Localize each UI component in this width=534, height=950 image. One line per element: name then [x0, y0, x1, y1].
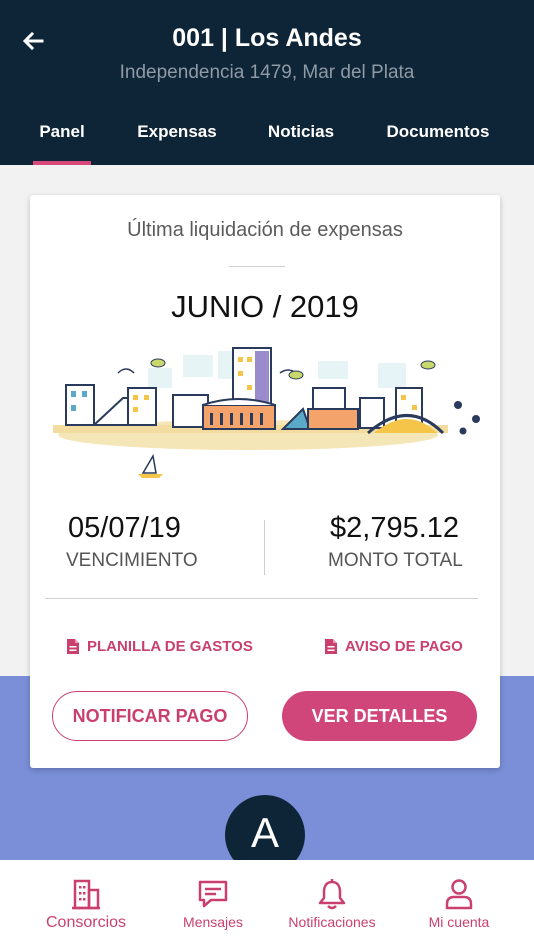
city-illustration	[53, 347, 480, 478]
nav-consorcios-label: Consorcios	[45, 914, 127, 931]
tab-noticias[interactable]: Noticias	[255, 122, 347, 142]
building-title: 001 | Los Andes	[172, 24, 362, 52]
app-header: 001 | Los Andes Independencia 1479, Mar …	[0, 0, 534, 165]
nav-notificaciones-label: Notificaciones	[288, 914, 376, 930]
view-details-button[interactable]: VER DETALLES	[282, 691, 477, 741]
expenses-summary-card: Última liquidación de expensas JUNIO / 2…	[30, 195, 500, 768]
due-date-label: VENCIMIENTO	[66, 550, 198, 571]
bottom-navigation: Consorcios Mensajes Notificaciones Mi cu…	[0, 860, 534, 950]
building-address: Independencia 1479, Mar del Plata	[119, 62, 415, 83]
notify-payment-button[interactable]: NOTIFICAR PAGO	[52, 691, 248, 741]
user-icon	[445, 879, 473, 910]
total-amount-label: MONTO TOTAL	[328, 550, 463, 571]
nav-mensajes-label: Mensajes	[183, 914, 243, 930]
stats-divider	[264, 520, 265, 575]
links-divider	[45, 598, 478, 599]
tab-documentos[interactable]: Documentos	[380, 122, 496, 142]
heading-divider	[229, 266, 285, 267]
nav-mi-cuenta-label: Mi cuenta	[428, 914, 490, 930]
expenses-sheet-link[interactable]: PLANILLA DE GASTOS	[66, 635, 253, 657]
building-icon	[72, 879, 100, 910]
total-amount-value: $2,795.12	[330, 512, 460, 544]
document-icon	[325, 638, 337, 654]
expenses-sheet-label: PLANILLA DE GASTOS	[87, 637, 253, 655]
tab-panel[interactable]: Panel	[33, 122, 91, 142]
bell-icon	[318, 879, 346, 910]
payment-notice-link[interactable]: AVISO DE PAGO	[324, 635, 463, 657]
nav-consorcios[interactable]: Consorcios	[26, 878, 146, 932]
card-heading: Última liquidación de expensas	[127, 219, 403, 241]
payment-notice-label: AVISO DE PAGO	[345, 637, 463, 655]
nav-notificaciones[interactable]: Notificaciones	[272, 878, 392, 930]
nav-mensajes[interactable]: Mensajes	[153, 878, 273, 930]
due-date-value: 05/07/19	[68, 512, 181, 544]
nav-mi-cuenta[interactable]: Mi cuenta	[399, 878, 519, 930]
tab-bar: Panel Expensas Noticias Documentos	[0, 118, 534, 165]
document-icon	[67, 638, 79, 654]
active-tab-indicator	[33, 161, 91, 165]
chat-icon	[198, 880, 228, 908]
tab-expensas[interactable]: Expensas	[127, 122, 227, 142]
liquidation-period: JUNIO / 2019	[171, 289, 359, 324]
